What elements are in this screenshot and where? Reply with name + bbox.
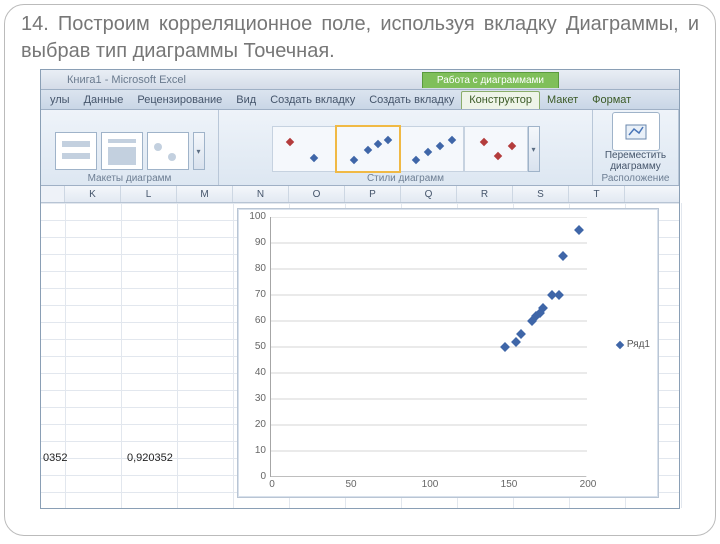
x-tick-label: 150	[497, 479, 521, 490]
chart-layout-thumb[interactable]	[147, 132, 189, 170]
x-tick-label: 50	[339, 479, 363, 490]
tab-custom-2[interactable]: Создать вкладку	[362, 92, 461, 109]
column-headers: K L M N O P Q R S T	[41, 186, 679, 203]
chevron-down-icon: ▾	[531, 145, 535, 154]
col-header[interactable]: K	[65, 186, 121, 202]
chevron-down-icon: ▾	[196, 147, 200, 156]
legend: Ряд1	[617, 339, 650, 350]
tab-review[interactable]: Рецензирование	[130, 92, 229, 109]
worksheet-area[interactable]: K L M N O P Q R S T 0352 0,920352	[41, 186, 679, 508]
chart-layout-thumb[interactable]	[101, 132, 143, 170]
tab-formulas-cut[interactable]: улы	[43, 92, 77, 109]
group-label-location: Расположение	[602, 173, 670, 184]
col-header[interactable]: T	[569, 186, 625, 202]
slide: 14. Построим корреляционное поле, исполь…	[4, 4, 716, 536]
layouts-scroll[interactable]: ▾	[193, 132, 205, 170]
group-label-layouts: Макеты диаграмм	[88, 173, 172, 184]
ribbon: ▾ Макеты диаграмм	[41, 110, 679, 186]
y-tick-label: 90	[244, 237, 266, 248]
chart-style-thumb-selected[interactable]	[336, 126, 400, 172]
col-header[interactable]: M	[177, 186, 233, 202]
y-tick-label: 100	[244, 211, 266, 222]
x-tick-label: 0	[260, 479, 284, 490]
tab-design[interactable]: Конструктор	[461, 91, 540, 109]
chart-tools-contextual-tab: Работа с диаграммами	[422, 72, 559, 88]
chart-style-thumb[interactable]	[464, 126, 528, 172]
excel-window: Книга1 - Microsoft Excel Работа с диагра…	[40, 69, 680, 509]
y-tick-label: 40	[244, 367, 266, 378]
chart-style-thumb[interactable]	[272, 126, 336, 172]
col-header[interactable]: S	[513, 186, 569, 202]
y-tick-label: 80	[244, 263, 266, 274]
legend-marker-icon	[616, 340, 624, 348]
col-header[interactable]: Q	[401, 186, 457, 202]
ribbon-tabs: улы Данные Рецензирование Вид Создать вк…	[41, 90, 679, 110]
cell-value: 0352	[43, 452, 67, 464]
tab-view[interactable]: Вид	[229, 92, 263, 109]
plot-area	[270, 217, 586, 477]
y-tick-label: 10	[244, 445, 266, 456]
tab-custom-1[interactable]: Создать вкладку	[263, 92, 362, 109]
legend-series-label: Ряд1	[627, 339, 650, 350]
y-tick-label: 50	[244, 341, 266, 352]
move-chart-label-1: Переместить	[605, 151, 666, 162]
move-chart-icon	[621, 117, 651, 147]
col-header[interactable]: N	[233, 186, 289, 202]
y-tick-label: 30	[244, 393, 266, 404]
tab-layout[interactable]: Макет	[540, 92, 585, 109]
title-bar: Книга1 - Microsoft Excel Работа с диагра…	[41, 70, 679, 90]
window-title: Книга1 - Microsoft Excel	[41, 74, 186, 86]
x-tick-label: 200	[576, 479, 600, 490]
move-chart-label-2: диаграмму	[610, 162, 661, 173]
col-header[interactable]: L	[121, 186, 177, 202]
y-tick-label: 20	[244, 419, 266, 430]
y-tick-label: 70	[244, 289, 266, 300]
group-location: Переместить диаграмму Расположение	[593, 110, 679, 185]
chart-style-thumb[interactable]	[400, 126, 464, 172]
group-label-styles: Стили диаграмм	[367, 173, 444, 184]
x-tick-label: 100	[418, 479, 442, 490]
tab-data[interactable]: Данные	[77, 92, 131, 109]
move-chart-button[interactable]	[612, 112, 660, 151]
col-header[interactable]: O	[289, 186, 345, 202]
col-header[interactable]: P	[345, 186, 401, 202]
chart-object[interactable]: Ряд1 0102030405060708090100 050100150200	[237, 208, 659, 498]
cell-value: 0,920352	[127, 452, 173, 464]
group-chart-layouts: ▾ Макеты диаграмм	[41, 110, 219, 185]
slide-text: 14. Построим корреляционное поле, исполь…	[21, 11, 699, 65]
chart-layout-thumb[interactable]	[55, 132, 97, 170]
styles-scroll[interactable]: ▾	[528, 126, 540, 172]
group-chart-styles: ▾ Стили диаграмм	[219, 110, 593, 185]
y-tick-label: 60	[244, 315, 266, 326]
tab-format[interactable]: Формат	[585, 92, 638, 109]
col-header[interactable]: R	[457, 186, 513, 202]
